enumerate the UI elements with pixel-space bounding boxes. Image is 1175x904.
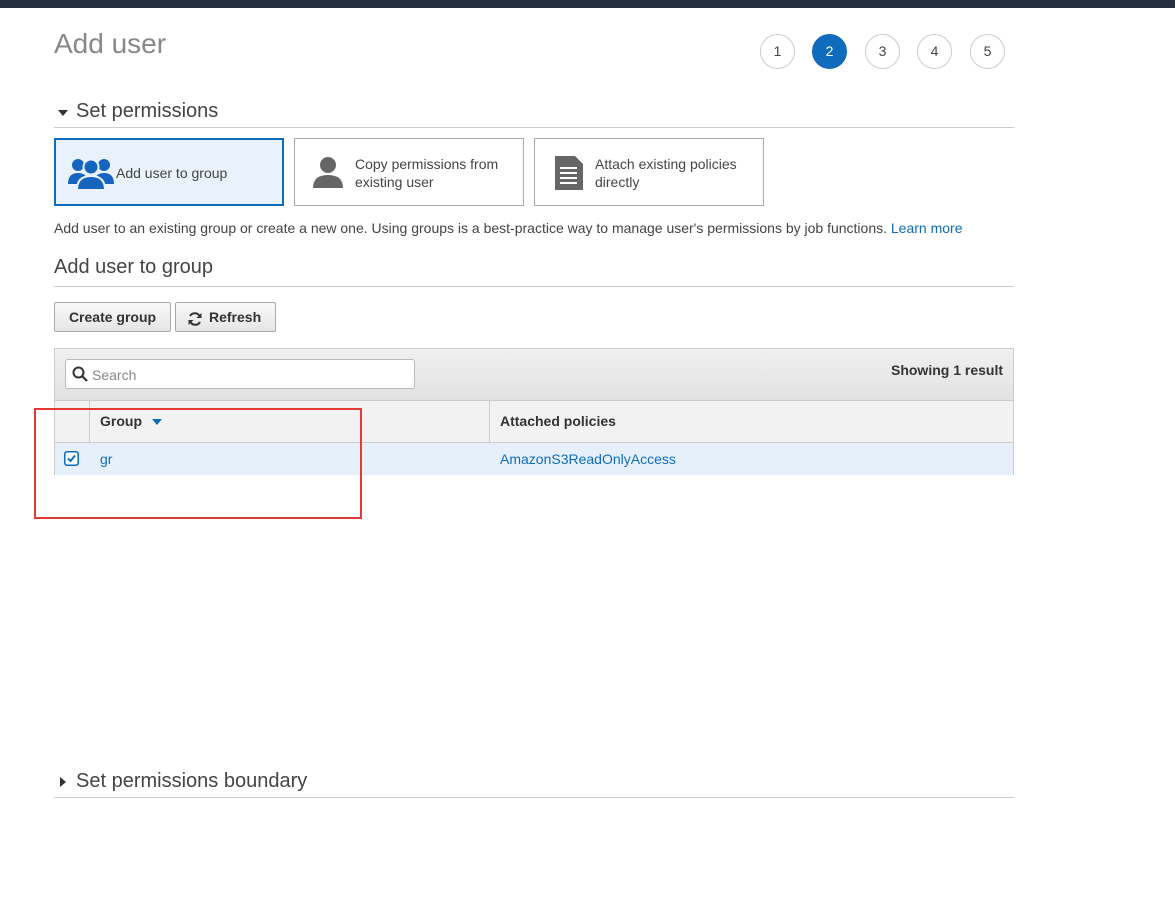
option-label-line2: existing user [355, 174, 434, 190]
permissions-description: Add user to an existing group or create … [54, 220, 962, 236]
option-label-line1: Copy permissions from [355, 156, 499, 172]
step-5[interactable]: 5 [970, 34, 1005, 69]
user-icon [312, 156, 344, 193]
column-label-policies: Attached policies [500, 413, 616, 429]
add-user-to-group-title: Add user to group [54, 256, 213, 278]
set-permissions-boundary-header[interactable]: Set permissions boundary [54, 766, 1014, 798]
highlight-annotation-box [34, 408, 362, 519]
option-copy-permissions[interactable]: Copy permissions from existing user [294, 138, 524, 206]
step-1[interactable]: 1 [760, 34, 795, 69]
column-header-attached-policies[interactable]: Attached policies [500, 401, 1000, 442]
option-attach-policies[interactable]: Attach existing policies directly [534, 138, 764, 206]
refresh-label: Refresh [209, 309, 262, 325]
document-icon [553, 156, 583, 195]
description-text: Add user to an existing group or create … [54, 220, 887, 236]
refresh-button[interactable]: Refresh [175, 302, 276, 332]
search-input[interactable] [90, 364, 414, 386]
step-2[interactable]: 2 [812, 34, 847, 69]
caret-right-icon [60, 777, 66, 787]
caret-down-icon [58, 110, 68, 116]
page-title: Add user [54, 28, 167, 59]
option-add-user-to-group[interactable]: Add user to group [54, 138, 284, 206]
option-label-line2: directly [595, 174, 640, 190]
policy-link[interactable]: AmazonS3ReadOnlyAccess [500, 443, 676, 475]
column-divider [489, 401, 490, 442]
add-user-to-group-header: Add user to group [54, 252, 1014, 287]
step-4[interactable]: 4 [917, 34, 952, 69]
top-navigation-bar [0, 0, 1175, 8]
search-icon [72, 366, 88, 387]
step-3[interactable]: 3 [865, 34, 900, 69]
users-group-icon [68, 156, 114, 195]
option-label-line1: Attach existing policies [595, 156, 737, 172]
set-permissions-header[interactable]: Set permissions [54, 96, 1014, 128]
create-group-button[interactable]: Create group [54, 302, 171, 332]
learn-more-link[interactable]: Learn more [891, 220, 963, 236]
result-count: Showing 1 result [890, 362, 1003, 378]
search-box [65, 359, 415, 389]
table-toolbar: Showing 1 result [55, 349, 1013, 401]
option-label: Add user to group [116, 165, 228, 181]
refresh-icon [187, 308, 203, 336]
set-permissions-title: Set permissions [76, 100, 219, 122]
set-permissions-boundary-title: Set permissions boundary [76, 770, 308, 792]
